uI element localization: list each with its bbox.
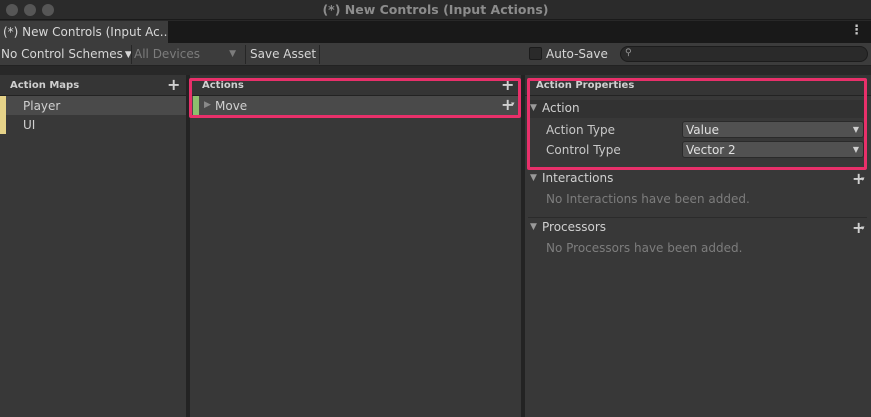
- add-interaction-dropdown-icon: ▾: [861, 175, 865, 183]
- collapse-arrow-icon: ▼: [530, 222, 537, 232]
- add-action-map-icon[interactable]: +: [167, 77, 180, 93]
- processors-section-title: Processors: [542, 220, 607, 234]
- search-input[interactable]: ⚲: [620, 46, 868, 62]
- editor-tab-bar: (*) New Controls (Input Ac... ⋮: [0, 21, 871, 43]
- interactions-section-header[interactable]: ▼ Interactions + ▾: [528, 170, 867, 188]
- action-maps-title: Action Maps: [10, 80, 80, 91]
- chevron-down-icon: ▼: [229, 49, 236, 59]
- save-asset-button[interactable]: Save Asset: [250, 43, 316, 65]
- action-maps-header: Action Maps +: [0, 75, 186, 96]
- auto-save-checkbox[interactable]: [529, 47, 542, 60]
- more-options-icon[interactable]: ⋮: [850, 24, 863, 37]
- processors-empty-message: No Processors have been added.: [546, 241, 743, 255]
- control-schemes-label: No Control Schemes: [1, 47, 123, 61]
- window-title-bar: (*) New Controls (Input Actions): [0, 0, 871, 20]
- devices-label: All Devices: [134, 47, 200, 61]
- action-map-label: Player: [23, 99, 61, 113]
- action-map-marker: [0, 115, 6, 134]
- actions-highlight-box: [189, 78, 521, 118]
- section-divider: [528, 217, 867, 218]
- auto-save-label: Auto-Save: [546, 47, 608, 61]
- interactions-empty-message: No Interactions have been added.: [546, 192, 750, 206]
- action-map-item-ui[interactable]: UI: [0, 115, 186, 134]
- window-title: (*) New Controls (Input Actions): [322, 2, 549, 17]
- add-processor-dropdown-icon: ▾: [861, 224, 865, 232]
- actions-panel: Actions + ▶ Move + ▾: [190, 75, 521, 417]
- action-maps-panel: Action Maps + Player UI: [0, 75, 186, 417]
- processors-section-header[interactable]: ▼ Processors + ▾: [528, 219, 867, 237]
- collapse-arrow-icon: ▼: [530, 173, 537, 183]
- interactions-section-title: Interactions: [542, 171, 614, 185]
- action-map-label: UI: [23, 118, 36, 132]
- control-schemes-dropdown[interactable]: No Control Schemes ▼: [1, 43, 132, 65]
- tab-new-controls[interactable]: (*) New Controls (Input Ac...: [0, 21, 168, 43]
- action-map-marker: [0, 96, 6, 115]
- action-properties-highlight-box: [527, 78, 867, 170]
- devices-dropdown[interactable]: All Devices ▼: [134, 43, 242, 65]
- search-icon: ⚲: [625, 48, 632, 58]
- action-map-item-player[interactable]: Player: [0, 96, 186, 115]
